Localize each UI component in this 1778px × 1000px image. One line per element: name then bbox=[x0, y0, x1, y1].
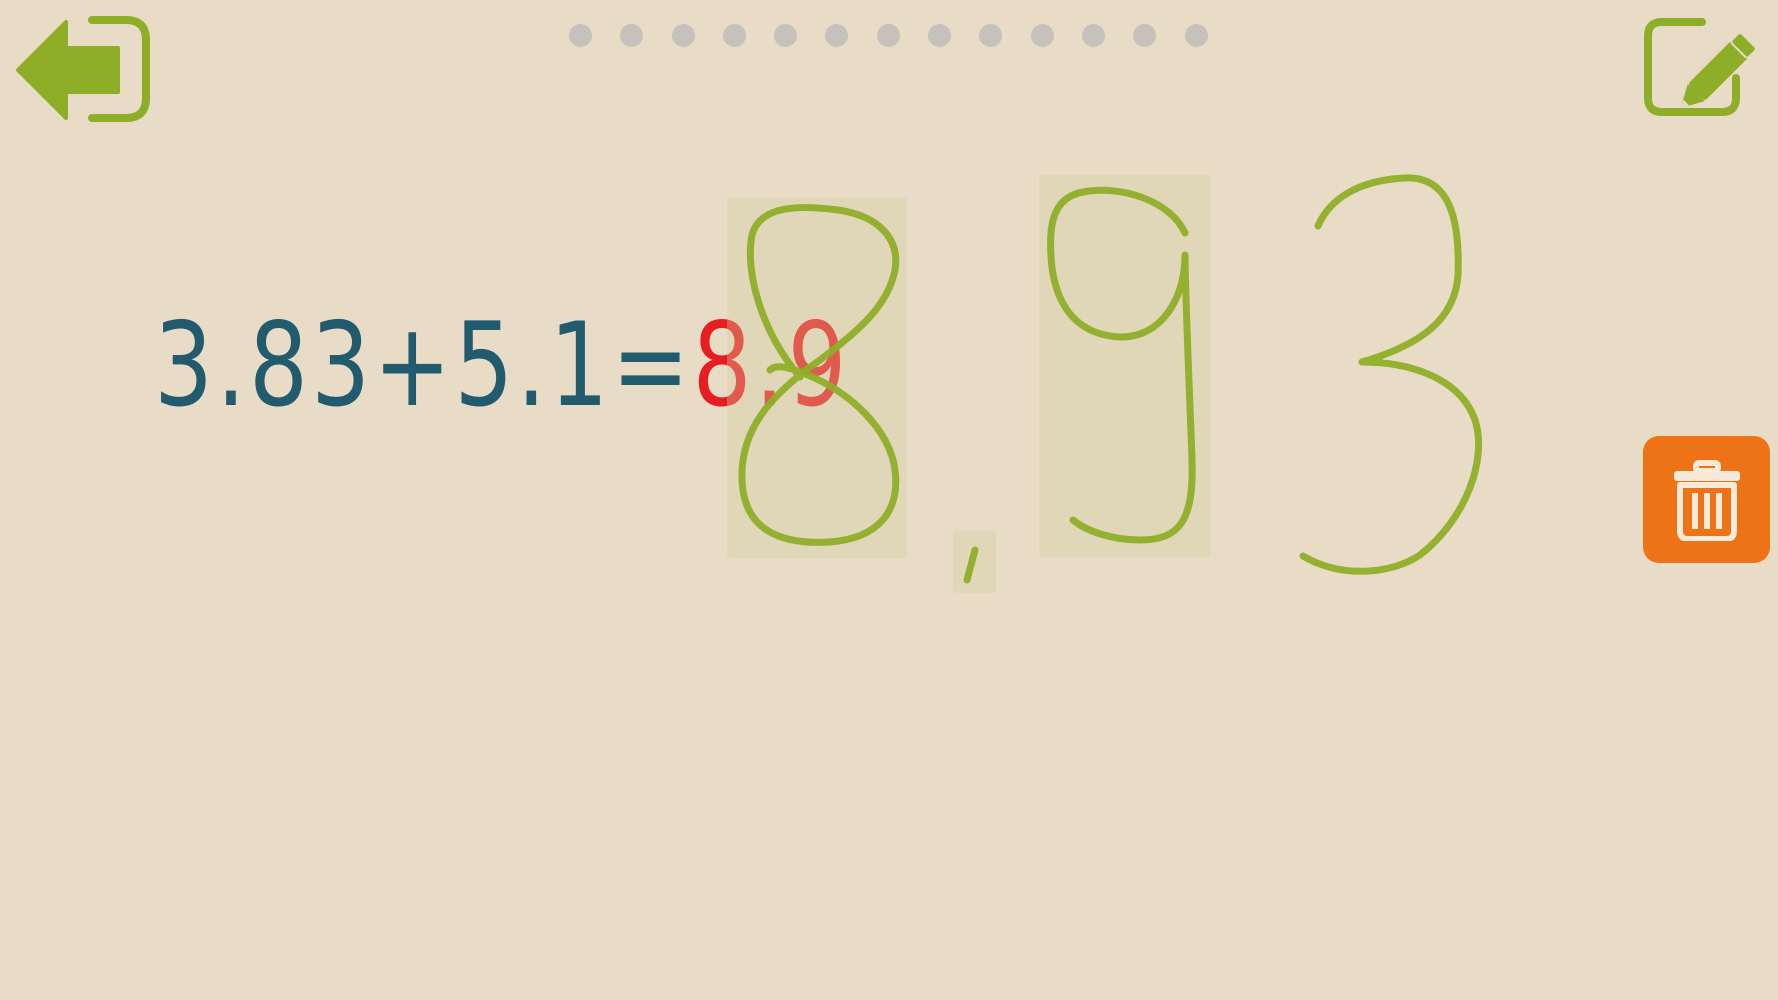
pencil-edit-icon bbox=[1644, 18, 1757, 116]
progress-dot[interactable] bbox=[620, 24, 644, 47]
progress-dot[interactable] bbox=[569, 24, 592, 47]
equation-expression: 3.83+5.1= bbox=[154, 298, 693, 433]
progress-dot[interactable] bbox=[1184, 24, 1208, 47]
progress-dot[interactable] bbox=[876, 24, 900, 47]
back-button[interactable] bbox=[14, 14, 154, 124]
digit-slot[interactable] bbox=[727, 197, 907, 558]
edit-button[interactable] bbox=[1642, 14, 1772, 118]
progress-dot[interactable] bbox=[722, 24, 746, 47]
progress-dots bbox=[569, 24, 1208, 48]
progress-dot[interactable] bbox=[1081, 24, 1105, 47]
digit-slot[interactable] bbox=[1039, 175, 1211, 557]
progress-dot[interactable] bbox=[928, 24, 952, 47]
progress-dot[interactable] bbox=[825, 24, 849, 47]
trash-icon bbox=[1673, 459, 1740, 541]
progress-dot[interactable] bbox=[774, 24, 798, 47]
progress-dot[interactable] bbox=[1030, 24, 1054, 47]
delete-button[interactable] bbox=[1643, 436, 1770, 563]
handwritten-digit-3 bbox=[1299, 174, 1482, 575]
back-arrow-exit-icon bbox=[16, 16, 150, 122]
progress-dot[interactable] bbox=[671, 24, 695, 47]
digit-slot[interactable] bbox=[953, 531, 996, 593]
progress-dot[interactable] bbox=[979, 24, 1003, 47]
progress-dot[interactable] bbox=[1133, 24, 1157, 47]
